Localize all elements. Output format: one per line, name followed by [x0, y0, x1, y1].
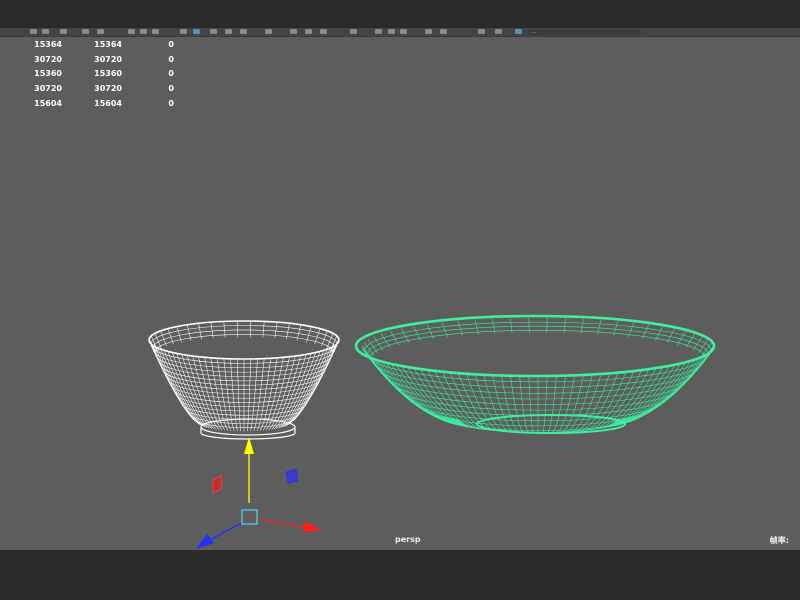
image-plane-icon[interactable]: [82, 29, 89, 34]
wireframe-meridian-back: [692, 336, 703, 351]
wireframe-meridian: [204, 357, 226, 431]
xray-joints-icon[interactable]: [320, 29, 327, 34]
gamma-icon[interactable]: [478, 29, 485, 34]
bowl-rim: [148, 320, 340, 360]
wireframe-meridian-back: [236, 320, 238, 338]
bowl-mesh[interactable]: [148, 320, 340, 440]
view-transform-field[interactable]: ...: [528, 29, 641, 35]
wireframe-ring-back: [370, 330, 706, 358]
plane-handle-yz-icon[interactable]: [212, 474, 223, 494]
textured-icon[interactable]: [225, 29, 232, 34]
move-z-axis-line[interactable]: [209, 521, 244, 541]
gamma-field-icon[interactable]: [495, 29, 502, 34]
wireframe-meridian: [573, 372, 619, 432]
grid-toggle-icon[interactable]: [97, 29, 104, 34]
ambient-occlusion-icon[interactable]: [350, 29, 357, 34]
exposure-field-icon[interactable]: [440, 29, 447, 34]
wireframe-on-shaded-icon[interactable]: [210, 29, 217, 34]
wireframe-meridian: [413, 367, 483, 430]
anti-aliasing-icon[interactable]: [388, 29, 395, 34]
wireframe-meridian: [247, 358, 252, 432]
wireframe-meridian-back: [373, 336, 384, 351]
move-center-box-icon[interactable]: [241, 509, 258, 525]
move-x-axis-line[interactable]: [257, 518, 309, 529]
exposure-icon[interactable]: [425, 29, 432, 34]
wireframe-meridian: [365, 352, 462, 423]
camera-attributes-icon[interactable]: [42, 29, 49, 34]
gate-mask-icon[interactable]: [152, 29, 159, 34]
plate-mesh[interactable]: [354, 314, 716, 434]
wireframe-meridian: [361, 346, 461, 421]
move-manipulator[interactable]: [196, 437, 321, 549]
wireframe-meridian-back: [666, 328, 676, 344]
wireframe-meridian: [466, 373, 507, 432]
film-gate-icon[interactable]: [128, 29, 135, 34]
wireframe-ring-back: [150, 325, 338, 345]
bookmark-icon[interactable]: [60, 29, 67, 34]
wireframe-meridian: [280, 351, 321, 428]
motion-blur-icon[interactable]: [375, 29, 382, 34]
wireframe-meridian: [614, 352, 711, 423]
move-z-axis-arrow-icon[interactable]: [196, 534, 214, 549]
plane-handle-xz-icon[interactable]: [285, 468, 299, 484]
frame-rate-label: 帧率:: [769, 536, 789, 545]
wireframe-meridian: [253, 358, 265, 432]
wireframe-meridian: [457, 372, 503, 432]
wireframe-meridian: [593, 367, 663, 430]
bowl-wireframe: [148, 320, 340, 432]
color-management-icon[interactable]: [515, 29, 522, 34]
camera-name-label: persp: [395, 535, 421, 544]
xray-icon[interactable]: [305, 29, 312, 34]
wireframe-meridian-back: [400, 328, 410, 344]
wireframe-meridian: [236, 358, 241, 432]
wireframe-ring-back: [152, 329, 336, 349]
smooth-shade-icon[interactable]: [193, 29, 200, 34]
bottom-status-bar: [0, 550, 800, 600]
lighting-icon[interactable]: [240, 29, 247, 34]
wireframe-meridian: [569, 373, 610, 432]
plate-rim: [354, 314, 716, 378]
isolate-select-icon[interactable]: [290, 29, 297, 34]
viewport-canvas[interactable]: [0, 36, 800, 550]
shadows-icon[interactable]: [265, 29, 272, 34]
wireframe-meridian: [615, 349, 714, 422]
move-x-axis-arrow-icon[interactable]: [303, 521, 321, 533]
wireframe-icon[interactable]: [180, 29, 187, 34]
wireframe-meridian: [167, 351, 208, 428]
resolution-gate-icon[interactable]: [140, 29, 147, 34]
select-camera-icon[interactable]: [30, 29, 37, 34]
wireframe-meridian-back: [250, 320, 252, 338]
depth-of-field-icon[interactable]: [400, 29, 407, 34]
wireframe-meridian: [614, 351, 713, 423]
top-status-bar: [0, 0, 800, 28]
wireframe-ring-back: [154, 334, 334, 353]
